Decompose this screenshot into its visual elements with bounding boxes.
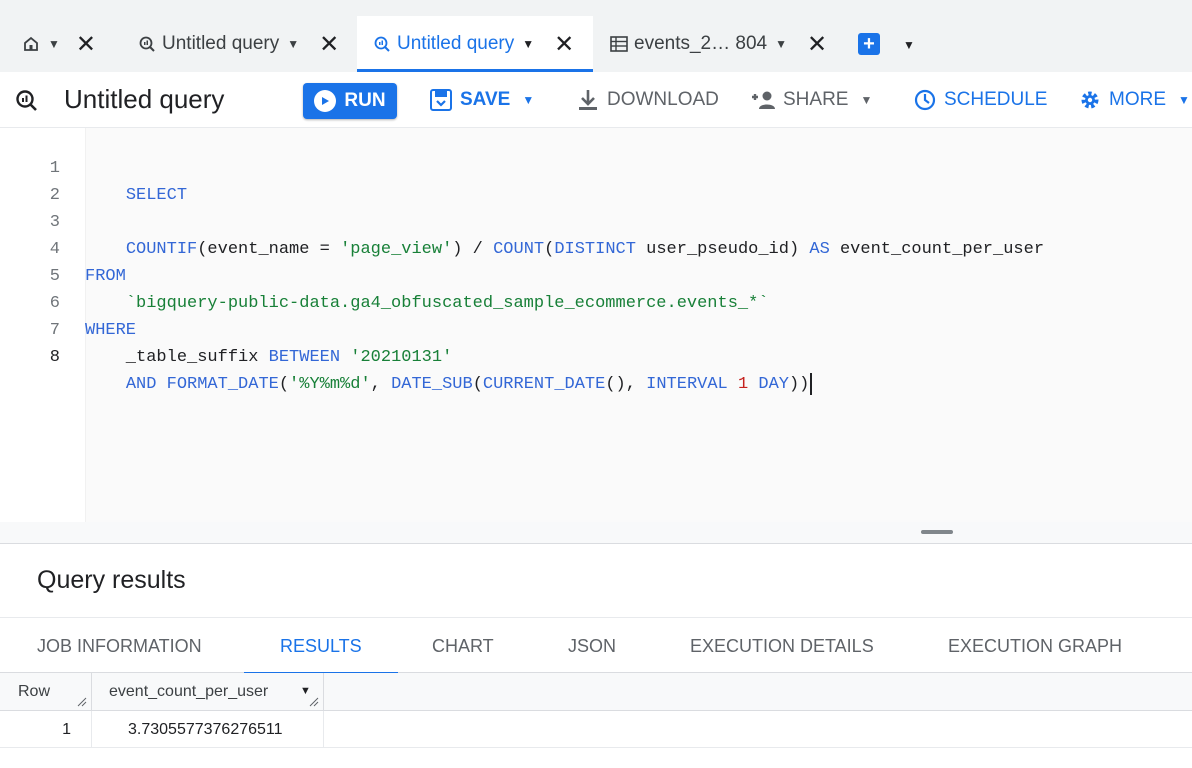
code-line: 1 SELECT xyxy=(0,128,187,205)
tab-label: events_2… 804 xyxy=(634,33,768,54)
value-cell: 3.7305577376276511 xyxy=(92,711,324,748)
row-number-cell: 1 xyxy=(0,711,92,748)
clock-icon xyxy=(914,89,936,111)
chevron-down-icon[interactable]: ▼ xyxy=(903,38,915,52)
code-line: 3 COUNTIF(event_name = 'page_view') / CO… xyxy=(0,182,1044,259)
column-label: event_count_per_user xyxy=(109,683,269,700)
share-button[interactable]: SHARE ▼ xyxy=(751,72,872,128)
close-icon[interactable]: ✕ xyxy=(807,30,827,59)
chevron-down-icon[interactable]: ▼ xyxy=(522,37,534,51)
download-button[interactable]: DOWNLOAD xyxy=(578,72,719,128)
chevron-down-icon[interactable]: ▼ xyxy=(48,37,60,51)
tab-bar: ▼ ✕ Untitled query ▼ ✕ Untitled query ▼ … xyxy=(0,0,1192,72)
results-tabs: JOB INFORMATION RESULTS CHART JSON EXECU… xyxy=(0,617,1192,675)
code-line: 2 xyxy=(0,155,60,205)
more-label: MORE xyxy=(1109,89,1166,110)
save-button[interactable]: SAVE ▼ xyxy=(430,72,534,128)
gear-icon xyxy=(1081,91,1099,109)
resize-handle-icon[interactable] xyxy=(309,697,319,707)
download-label: DOWNLOAD xyxy=(607,89,719,110)
close-icon[interactable]: ✕ xyxy=(554,30,574,59)
home-icon xyxy=(22,35,40,53)
column-label: Row xyxy=(18,683,51,700)
tab-home[interactable]: ▼ ✕ xyxy=(22,16,96,72)
new-tab-button[interactable]: + xyxy=(858,33,880,55)
tab-results[interactable]: RESULTS xyxy=(244,618,398,675)
drag-handle[interactable] xyxy=(921,530,953,534)
download-icon xyxy=(579,90,597,110)
run-button[interactable]: RUN xyxy=(303,83,397,119)
run-label: RUN xyxy=(344,90,386,111)
code-text: `bigquery-public-data.ga4_obfuscated_sam… xyxy=(125,294,769,313)
page-title: Untitled query xyxy=(64,84,225,114)
tab-execution-details[interactable]: EXECUTION DETAILS xyxy=(690,618,874,674)
close-icon[interactable]: ✕ xyxy=(319,30,339,59)
play-icon xyxy=(314,90,337,112)
tab-job-information[interactable]: JOB INFORMATION xyxy=(37,618,202,674)
code-line: 5 `bigquery-public-data.ga4_obfuscated_s… xyxy=(0,236,769,313)
sql-editor[interactable]: 1 SELECT 2 3 COUNTIF(event_name = 'page_… xyxy=(0,128,1192,522)
column-header-event-count[interactable]: event_count_per_user ▼ xyxy=(92,673,324,711)
tab-untitled-query-1[interactable]: Untitled query ▼ ✕ xyxy=(120,16,339,72)
code-line: 6 WHERE xyxy=(0,263,136,340)
code-line: 8 AND FORMAT_DATE('%Y%m%d', DATE_SUB(CUR… xyxy=(0,317,813,395)
pane-divider[interactable] xyxy=(0,522,1192,544)
schedule-label: SCHEDULE xyxy=(944,89,1048,110)
query-icon xyxy=(138,35,156,53)
query-icon xyxy=(14,88,38,117)
text-cursor xyxy=(810,372,813,395)
code-text: _table_suffix BETWEEN '20210131' xyxy=(85,348,453,367)
add-person-icon xyxy=(752,91,775,109)
table-row[interactable]: 1 3.7305577376276511 xyxy=(0,711,1192,748)
results-table-header: Row event_count_per_user ▼ xyxy=(0,673,1192,711)
tab-execution-graph[interactable]: EXECUTION GRAPH xyxy=(948,618,1122,674)
resize-handle-icon[interactable] xyxy=(77,697,87,707)
tab-untitled-query-2[interactable]: Untitled query ▼ ✕ xyxy=(357,16,593,72)
chevron-down-icon[interactable]: ▼ xyxy=(775,37,787,51)
code-area[interactable] xyxy=(86,128,1192,522)
tab-label: Untitled query xyxy=(162,33,280,54)
query-icon xyxy=(373,35,391,53)
tab-events-table[interactable]: events_2… 804 ▼ ✕ xyxy=(610,16,827,72)
schedule-button[interactable]: SCHEDULE xyxy=(914,72,1047,128)
code-text: COUNTIF(event_name = 'page_view') / COUN… xyxy=(125,240,1045,259)
table-icon xyxy=(610,36,628,52)
plus-icon: + xyxy=(863,33,875,55)
chevron-down-icon[interactable]: ▼ xyxy=(522,93,534,107)
chevron-down-icon[interactable]: ▼ xyxy=(1178,93,1190,107)
column-header-row[interactable]: Row xyxy=(0,673,92,711)
code-text: WHERE xyxy=(85,321,137,340)
chevron-down-icon[interactable]: ▼ xyxy=(860,93,872,107)
code-text: SELECT xyxy=(125,186,188,205)
more-button[interactable]: MORE ▼ xyxy=(1079,72,1190,128)
tab-json[interactable]: JSON xyxy=(568,618,616,674)
save-icon xyxy=(430,89,452,111)
close-icon[interactable]: ✕ xyxy=(76,30,96,59)
sort-menu-icon[interactable]: ▼ xyxy=(300,685,311,697)
save-label: SAVE xyxy=(460,89,511,110)
code-line: 7 _table_suffix BETWEEN '20210131' xyxy=(0,290,453,367)
code-text: AND FORMAT_DATE('%Y%m%d', DATE_SUB(CURRE… xyxy=(85,371,813,398)
line-number: 8 xyxy=(49,348,60,367)
results-title: Query results xyxy=(37,566,186,594)
tab-label: Untitled query xyxy=(397,33,515,54)
share-label: SHARE xyxy=(783,89,849,110)
code-text: FROM xyxy=(85,267,126,286)
code-line: 4 FROM xyxy=(0,209,126,286)
chevron-down-icon[interactable]: ▼ xyxy=(287,37,299,51)
tab-chart[interactable]: CHART xyxy=(432,618,494,674)
